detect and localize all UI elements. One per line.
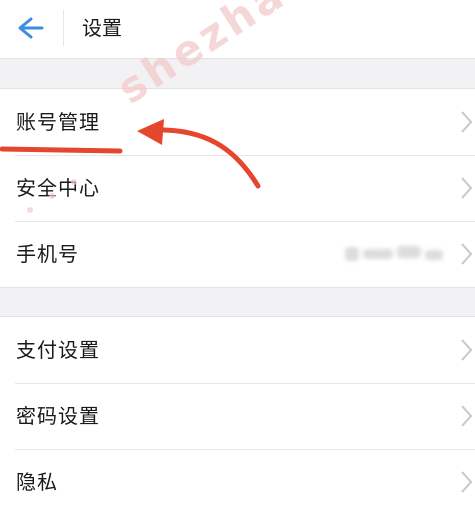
payment-settings-item[interactable]: 支付设置 <box>0 317 475 383</box>
password-settings-item[interactable]: 密码设置 <box>0 383 475 449</box>
chevron-right-icon <box>461 243 473 265</box>
password-settings-label: 密码设置 <box>16 404 100 428</box>
account-management-label: 账号管理 <box>16 110 100 134</box>
security-center-item[interactable]: 安全中心 <box>0 155 475 221</box>
header-divider <box>63 10 64 46</box>
header-bar: 设置 <box>0 0 475 59</box>
chevron-right-icon <box>461 339 473 361</box>
settings-screen: 设置 账号管理 安全中心 手机号 支付设置 密码设置 隐私 shezha <box>0 0 475 510</box>
privacy-label: 隐私 <box>16 470 58 494</box>
payment-settings-label: 支付设置 <box>16 338 100 362</box>
settings-group-account: 账号管理 安全中心 手机号 <box>0 88 475 288</box>
chevron-right-icon <box>461 177 473 199</box>
security-center-label: 安全中心 <box>16 176 100 200</box>
chevron-right-icon <box>461 111 473 133</box>
chevron-right-icon <box>461 471 473 493</box>
phone-number-value-redacted <box>345 241 445 267</box>
account-management-item[interactable]: 账号管理 <box>0 89 475 155</box>
privacy-item[interactable]: 隐私 <box>0 449 475 510</box>
page-title: 设置 <box>82 16 122 40</box>
settings-group-privacy: 支付设置 密码设置 隐私 <box>0 316 475 510</box>
arrow-left-icon[interactable] <box>10 8 50 48</box>
chevron-right-icon <box>461 405 473 427</box>
phone-number-label: 手机号 <box>16 242 79 266</box>
phone-number-item[interactable]: 手机号 <box>0 221 475 287</box>
